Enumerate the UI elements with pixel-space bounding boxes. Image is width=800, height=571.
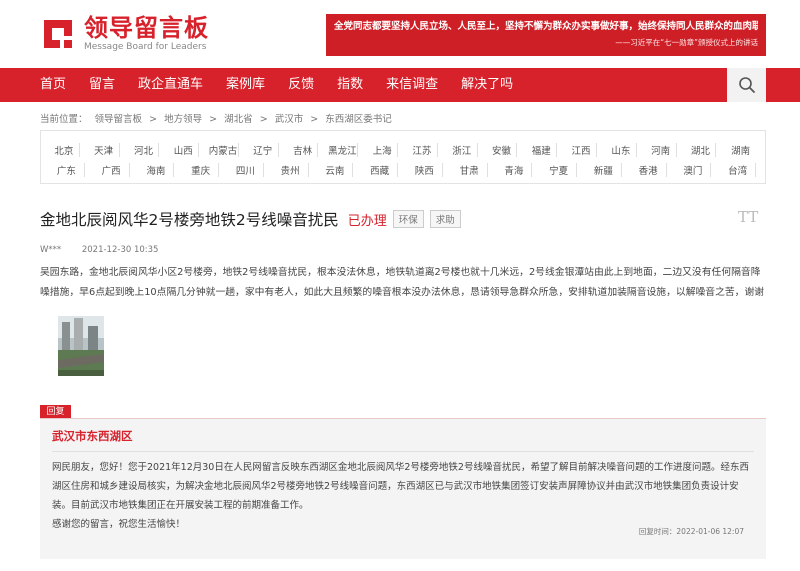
region-link[interactable]: 四川 xyxy=(228,163,264,177)
search-icon xyxy=(738,77,755,93)
main-nav: 首页 留言 政企直通车 案例库 反馈 指数 来信调查 解决了吗 xyxy=(0,68,800,102)
tag-help[interactable]: 求助 xyxy=(429,210,461,228)
search-button[interactable] xyxy=(727,68,766,102)
reply-text-body: 网民朋友，您好！您于2021年12月30日在人民网留言反映东西湖区金地北辰阅风华… xyxy=(52,462,749,511)
font-size-button[interactable]: TT xyxy=(738,208,758,226)
region-link[interactable]: 香港 xyxy=(631,163,667,177)
nav-item-enterprise[interactable]: 政企直通车 xyxy=(138,68,203,102)
region-link[interactable]: 河北 xyxy=(129,143,160,157)
region-link[interactable]: 山东 xyxy=(606,143,637,157)
region-link[interactable]: 上海 xyxy=(367,143,399,157)
banner-source: ——习近平在“七一勋章”颁授仪式上的讲话 xyxy=(615,38,758,47)
nav-item-survey[interactable]: 来信调查 xyxy=(386,68,438,102)
reply-divider xyxy=(52,451,754,452)
region-link[interactable]: 宁夏 xyxy=(541,163,577,177)
breadcrumb-link-city[interactable]: 武汉市 xyxy=(275,114,304,125)
reply-time-label: 回复时间： xyxy=(638,527,677,536)
tag-environment[interactable]: 环保 xyxy=(392,210,424,228)
region-link[interactable]: 青海 xyxy=(497,163,533,177)
quote-banner: 全党同志都要坚持人民立场、人民至上，坚持不懈为群众办实事做好事，始终保持同人民群… xyxy=(326,14,766,56)
region-link[interactable]: 浙江 xyxy=(447,143,478,157)
reply-label: 回复 xyxy=(40,405,71,419)
logo-subtitle: Message Board for Leaders xyxy=(84,42,207,52)
region-link[interactable]: 澳门 xyxy=(676,163,712,177)
breadcrumb-link-board[interactable]: 领导留言板 xyxy=(95,114,143,125)
breadcrumb-link-leader[interactable]: 东西湖区委书记 xyxy=(325,114,392,125)
region-link[interactable]: 安徽 xyxy=(487,143,518,157)
region-row-1: 北京 天津 河北 山西 内蒙古 辽宁 吉林 黑龙江 上海 江苏 浙江 安徽 福建… xyxy=(49,140,765,160)
breadcrumb-prefix: 当前位置： xyxy=(40,114,88,125)
region-link[interactable]: 北京 xyxy=(49,143,80,157)
reply-org[interactable]: 武汉市东西湖区 xyxy=(52,427,754,445)
breadcrumb-sep: > xyxy=(209,114,218,125)
region-link[interactable]: 西藏 xyxy=(362,163,398,177)
breadcrumb-sep: > xyxy=(259,114,268,125)
region-link[interactable]: 海南 xyxy=(139,163,175,177)
region-link[interactable]: 江西 xyxy=(566,143,597,157)
reply-time: 回复时间：2022-01-06 12:07 xyxy=(639,526,744,537)
nav-item-cases[interactable]: 案例库 xyxy=(226,68,265,102)
message-content: 吴园东路，金地北辰阅风华小区2号楼旁，地铁2号线噪音扰民，根本没法休息，地铁轨道… xyxy=(40,267,765,298)
region-link[interactable]: 河南 xyxy=(646,143,677,157)
logo-mark-icon xyxy=(40,16,76,52)
region-link[interactable]: 湖南 xyxy=(725,143,756,157)
region-link[interactable]: 黑龙江 xyxy=(327,143,359,157)
breadcrumb: 当前位置： 领导留言板 > 地方领导 > 湖北省 > 武汉市 > 东西湖区委书记 xyxy=(40,111,396,125)
photo-thumbnail-icon xyxy=(58,316,104,376)
nav-item-message[interactable]: 留言 xyxy=(89,68,115,102)
message-author: W*** xyxy=(40,245,62,255)
breadcrumb-link-province[interactable]: 湖北省 xyxy=(224,114,253,125)
region-selector: 北京 天津 河北 山西 内蒙古 辽宁 吉林 黑龙江 上海 江苏 浙江 安徽 福建… xyxy=(40,130,766,184)
region-link[interactable]: 福建 xyxy=(526,143,558,157)
region-link[interactable]: 台湾 xyxy=(720,163,756,177)
message-time: 2021-12-30 10:35 xyxy=(81,245,159,255)
breadcrumb-link-local[interactable]: 地方领导 xyxy=(164,114,202,125)
message-header: 金地北辰阅风华2号楼旁地铁2号线噪音扰民 已办理 环保 求助 xyxy=(40,209,461,229)
region-link[interactable]: 甘肃 xyxy=(452,163,488,177)
region-link[interactable]: 贵州 xyxy=(273,163,309,177)
region-link[interactable]: 云南 xyxy=(318,163,354,177)
breadcrumb-sep: > xyxy=(149,114,158,125)
region-link[interactable]: 吉林 xyxy=(288,143,319,157)
region-row-2: 广东 广西 海南 重庆 四川 贵州 云南 西藏 陕西 甘肃 青海 宁夏 新疆 香… xyxy=(49,160,765,180)
region-link[interactable]: 天津 xyxy=(89,143,120,157)
message-meta: W*** 2021-12-30 10:35 xyxy=(40,245,176,255)
nav-item-solved[interactable]: 解决了吗 xyxy=(461,68,513,102)
region-link[interactable]: 辽宁 xyxy=(248,143,279,157)
region-link[interactable]: 湖北 xyxy=(686,143,717,157)
region-link[interactable]: 新疆 xyxy=(586,163,622,177)
message-title: 金地北辰阅风华2号楼旁地铁2号线噪音扰民 xyxy=(40,211,339,229)
status-badge: 已办理 xyxy=(347,213,387,229)
breadcrumb-sep: > xyxy=(310,114,319,125)
reply-box: 武汉市东西湖区 网民朋友，您好！您于2021年12月30日在人民网留言反映东西湖… xyxy=(40,419,766,559)
site-logo[interactable]: 领导留言板 Message Board for Leaders xyxy=(40,14,209,54)
nav-item-feedback[interactable]: 反馈 xyxy=(288,68,314,102)
region-link[interactable]: 内蒙古 xyxy=(208,143,239,157)
region-link[interactable]: 山西 xyxy=(168,143,200,157)
banner-quote: 全党同志都要坚持人民立场、人民至上，坚持不懈为群众办实事做好事，始终保持同人民群… xyxy=(334,21,758,32)
message-photo[interactable] xyxy=(58,316,104,376)
region-link[interactable]: 重庆 xyxy=(183,163,219,177)
region-link[interactable]: 广东 xyxy=(49,163,85,177)
region-link[interactable]: 江苏 xyxy=(407,143,438,157)
region-link[interactable]: 广西 xyxy=(94,163,130,177)
region-link[interactable]: 陕西 xyxy=(407,163,443,177)
site-header: 领导留言板 Message Board for Leaders 全党同志都要坚持… xyxy=(0,0,800,68)
logo-title: 领导留言板 xyxy=(84,14,209,42)
reply-time-value: 2022-01-06 12:07 xyxy=(676,527,744,536)
nav-item-home[interactable]: 首页 xyxy=(40,68,66,102)
nav-item-index[interactable]: 指数 xyxy=(337,68,363,102)
